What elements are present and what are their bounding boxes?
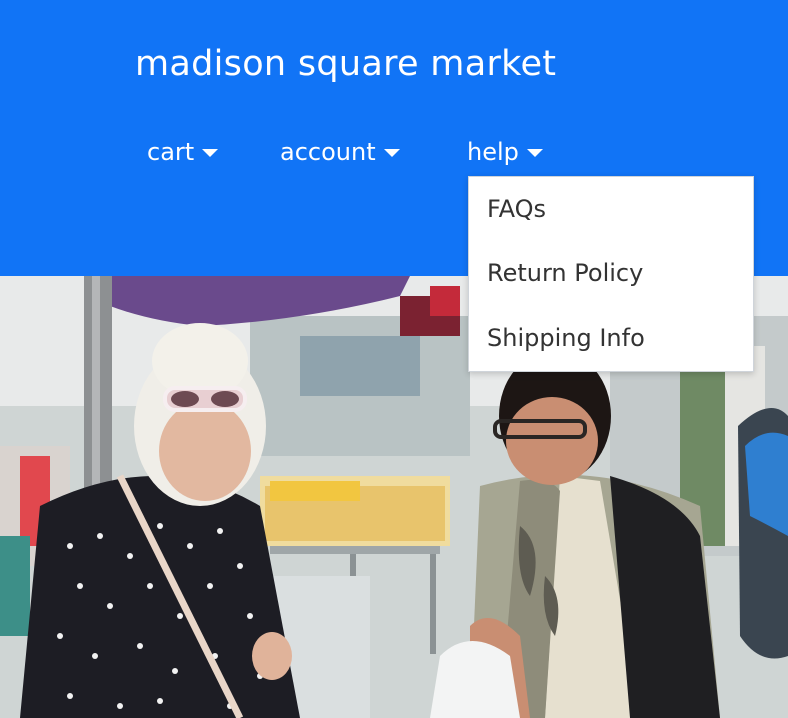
menu-item-shipping-info[interactable]: Shipping Info <box>487 324 645 352</box>
caret-down-icon <box>526 149 543 157</box>
nav-cart[interactable]: cart <box>147 136 219 168</box>
nav-help[interactable]: help <box>467 136 543 168</box>
help-dropdown-menu: FAQs Return Policy Shipping Info <box>468 176 754 372</box>
nav-account-label: account <box>280 138 376 166</box>
caret-down-icon <box>383 149 400 157</box>
nav-help-label: help <box>467 138 519 166</box>
nav-cart-label: cart <box>147 138 195 166</box>
nav-account[interactable]: account <box>280 136 400 168</box>
site-title[interactable]: madison square market <box>135 44 556 84</box>
menu-item-faqs[interactable]: FAQs <box>487 195 546 223</box>
page: madison square market cart account help … <box>0 0 788 718</box>
menu-item-return-policy[interactable]: Return Policy <box>487 259 643 287</box>
caret-down-icon <box>202 149 219 157</box>
